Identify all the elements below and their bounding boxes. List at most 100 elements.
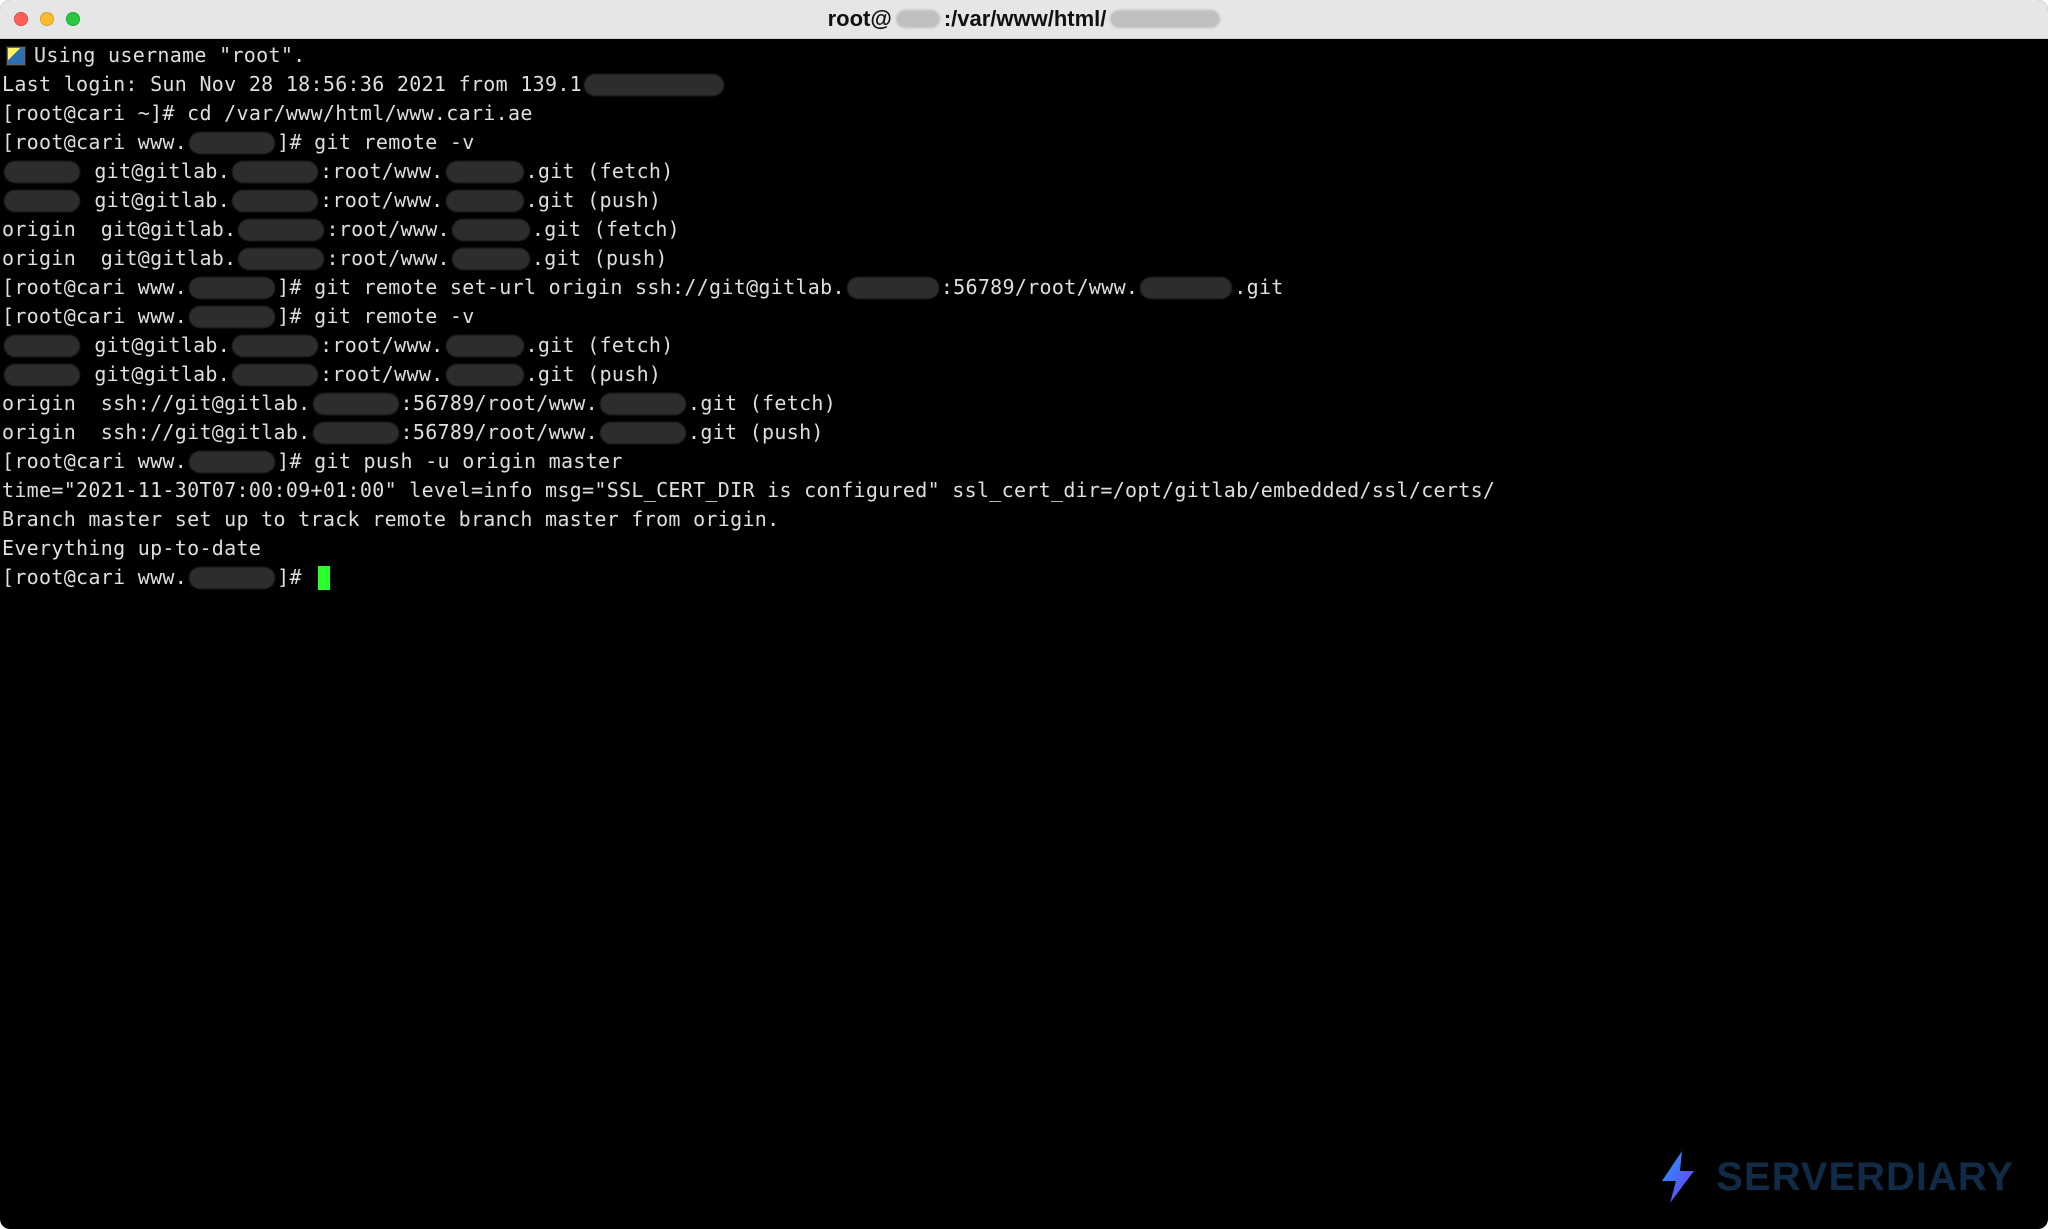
terminal-line: origin git@gitlab. :root/www. .git (push) xyxy=(2,244,2046,273)
terminal-text: Branch master set up to track remote bra… xyxy=(2,505,779,534)
terminal-text: .git (push) xyxy=(526,186,662,215)
terminal-text: :root/www. xyxy=(320,331,443,360)
terminal-line: [root@cari www. ]# git push -u origin mas… xyxy=(2,447,2046,476)
terminal-line: git@gitlab. :root/www. .git (fetch) xyxy=(2,157,2046,186)
redaction xyxy=(847,277,939,299)
terminal-text: git@gitlab. xyxy=(82,186,230,215)
putty-icon xyxy=(6,46,26,66)
redaction xyxy=(452,248,530,270)
title-middle: :/var/www/html/ xyxy=(944,6,1107,32)
redaction xyxy=(4,190,80,212)
terminal-line: origin ssh://git@gitlab. :56789/root/www.… xyxy=(2,418,2046,447)
terminal-text: :root/www. xyxy=(320,186,443,215)
redaction xyxy=(4,161,80,183)
redaction xyxy=(232,364,318,386)
terminal-text: [root@cari www. xyxy=(2,128,187,157)
redaction xyxy=(189,277,275,299)
terminal-text: Using username "root". xyxy=(34,41,306,70)
redaction xyxy=(4,335,80,357)
terminal-text: :root/www. xyxy=(326,244,449,273)
terminal-line: origin ssh://git@gitlab. :56789/root/www.… xyxy=(2,389,2046,418)
terminal-text: time="2021-11-30T07:00:09+01:00" level=i… xyxy=(2,476,1495,505)
terminal-text: origin git@gitlab. xyxy=(2,215,236,244)
terminal-text: .git xyxy=(1234,273,1283,302)
terminal-text: :56789/root/www. xyxy=(401,389,598,418)
redaction xyxy=(238,248,324,270)
redaction xyxy=(189,451,275,473)
terminal-text: :56789/root/www. xyxy=(941,273,1138,302)
lightning-icon xyxy=(1648,1147,1708,1207)
title-prefix: root@ xyxy=(828,6,892,32)
terminal-text: .git (push) xyxy=(526,360,662,389)
terminal-text: [root@cari www. xyxy=(2,302,187,331)
terminal-line: Last login: Sun Nov 28 18:56:36 2021 fro… xyxy=(2,70,2046,99)
terminal-text: :root/www. xyxy=(326,215,449,244)
terminal-text: Last login: Sun Nov 28 18:56:36 2021 fro… xyxy=(2,70,582,99)
terminal-line: time="2021-11-30T07:00:09+01:00" level=i… xyxy=(2,476,2046,505)
watermark: SERVERDIARY xyxy=(1648,1147,2014,1207)
terminal-text: .git (fetch) xyxy=(526,157,674,186)
terminal-text: origin ssh://git@gitlab. xyxy=(2,418,311,447)
redaction xyxy=(313,422,399,444)
terminal-text: .git (fetch) xyxy=(688,389,836,418)
cursor xyxy=(318,566,330,590)
redaction xyxy=(446,190,524,212)
zoom-icon[interactable] xyxy=(66,12,80,26)
title-redaction xyxy=(896,10,940,28)
terminal-text: ]# git remote -v xyxy=(277,128,474,157)
title-redaction xyxy=(1110,10,1220,28)
terminal-text: Everything up-to-date xyxy=(2,534,261,563)
titlebar: root@ :/var/www/html/ xyxy=(0,0,2048,39)
terminal-line: origin git@gitlab. :root/www. .git (fetch) xyxy=(2,215,2046,244)
redaction xyxy=(446,364,524,386)
terminal-line: git@gitlab. :root/www. .git (fetch) xyxy=(2,331,2046,360)
terminal-text: ]# git push -u origin master xyxy=(277,447,623,476)
close-icon[interactable] xyxy=(14,12,28,26)
window-controls xyxy=(0,12,80,26)
terminal-text: [root@cari www. xyxy=(2,273,187,302)
redaction xyxy=(600,422,686,444)
redaction xyxy=(446,335,524,357)
terminal-line: [root@cari www. ]# git remote -v xyxy=(2,128,2046,157)
redaction xyxy=(600,393,686,415)
terminal-line: [root@cari www. ]# git remote set-url ori… xyxy=(2,273,2046,302)
terminal-text: .git (push) xyxy=(532,244,668,273)
terminal-window: root@ :/var/www/html/ Using username "ro… xyxy=(0,0,2048,1229)
terminal-line: git@gitlab. :root/www. .git (push) xyxy=(2,360,2046,389)
terminal-text: .git (fetch) xyxy=(532,215,680,244)
terminal-text: ]# xyxy=(277,563,314,592)
terminal-text: [root@cari www. xyxy=(2,563,187,592)
window-title: root@ :/var/www/html/ xyxy=(0,6,2048,32)
terminal-line: [root@cari ~]# cd /var/www/html/www.cari… xyxy=(2,99,2046,128)
redaction xyxy=(189,132,275,154)
redaction xyxy=(232,335,318,357)
terminal-text: origin git@gitlab. xyxy=(2,244,236,273)
redaction xyxy=(189,306,275,328)
redaction xyxy=(4,364,80,386)
terminal-body[interactable]: Using username "root".Last login: Sun No… xyxy=(0,41,2048,1229)
redaction xyxy=(584,74,724,96)
redaction xyxy=(313,393,399,415)
redaction xyxy=(189,567,275,589)
minimize-icon[interactable] xyxy=(40,12,54,26)
terminal-text: git@gitlab. xyxy=(82,360,230,389)
redaction xyxy=(452,219,530,241)
terminal-text: [root@cari ~]# cd /var/www/html/www.cari… xyxy=(2,99,533,128)
redaction xyxy=(446,161,524,183)
terminal-text: .git (fetch) xyxy=(526,331,674,360)
terminal-line: Using username "root". xyxy=(2,41,2046,70)
terminal-text: :56789/root/www. xyxy=(401,418,598,447)
terminal-text: git@gitlab. xyxy=(82,157,230,186)
terminal-line: [root@cari www.]# git remote -v xyxy=(2,302,2046,331)
terminal-text: .git (push) xyxy=(688,418,824,447)
terminal-text: origin ssh://git@gitlab. xyxy=(2,389,311,418)
terminal-text: :root/www. xyxy=(320,360,443,389)
redaction xyxy=(238,219,324,241)
terminal-line: git@gitlab. :root/www. .git (push) xyxy=(2,186,2046,215)
terminal-text: [root@cari www. xyxy=(2,447,187,476)
terminal-line: Branch master set up to track remote bra… xyxy=(2,505,2046,534)
redaction xyxy=(232,190,318,212)
terminal-text: git@gitlab. xyxy=(82,331,230,360)
terminal-text: :root/www. xyxy=(320,157,443,186)
terminal-text: ]# git remote set-url origin ssh://git@g… xyxy=(277,273,845,302)
